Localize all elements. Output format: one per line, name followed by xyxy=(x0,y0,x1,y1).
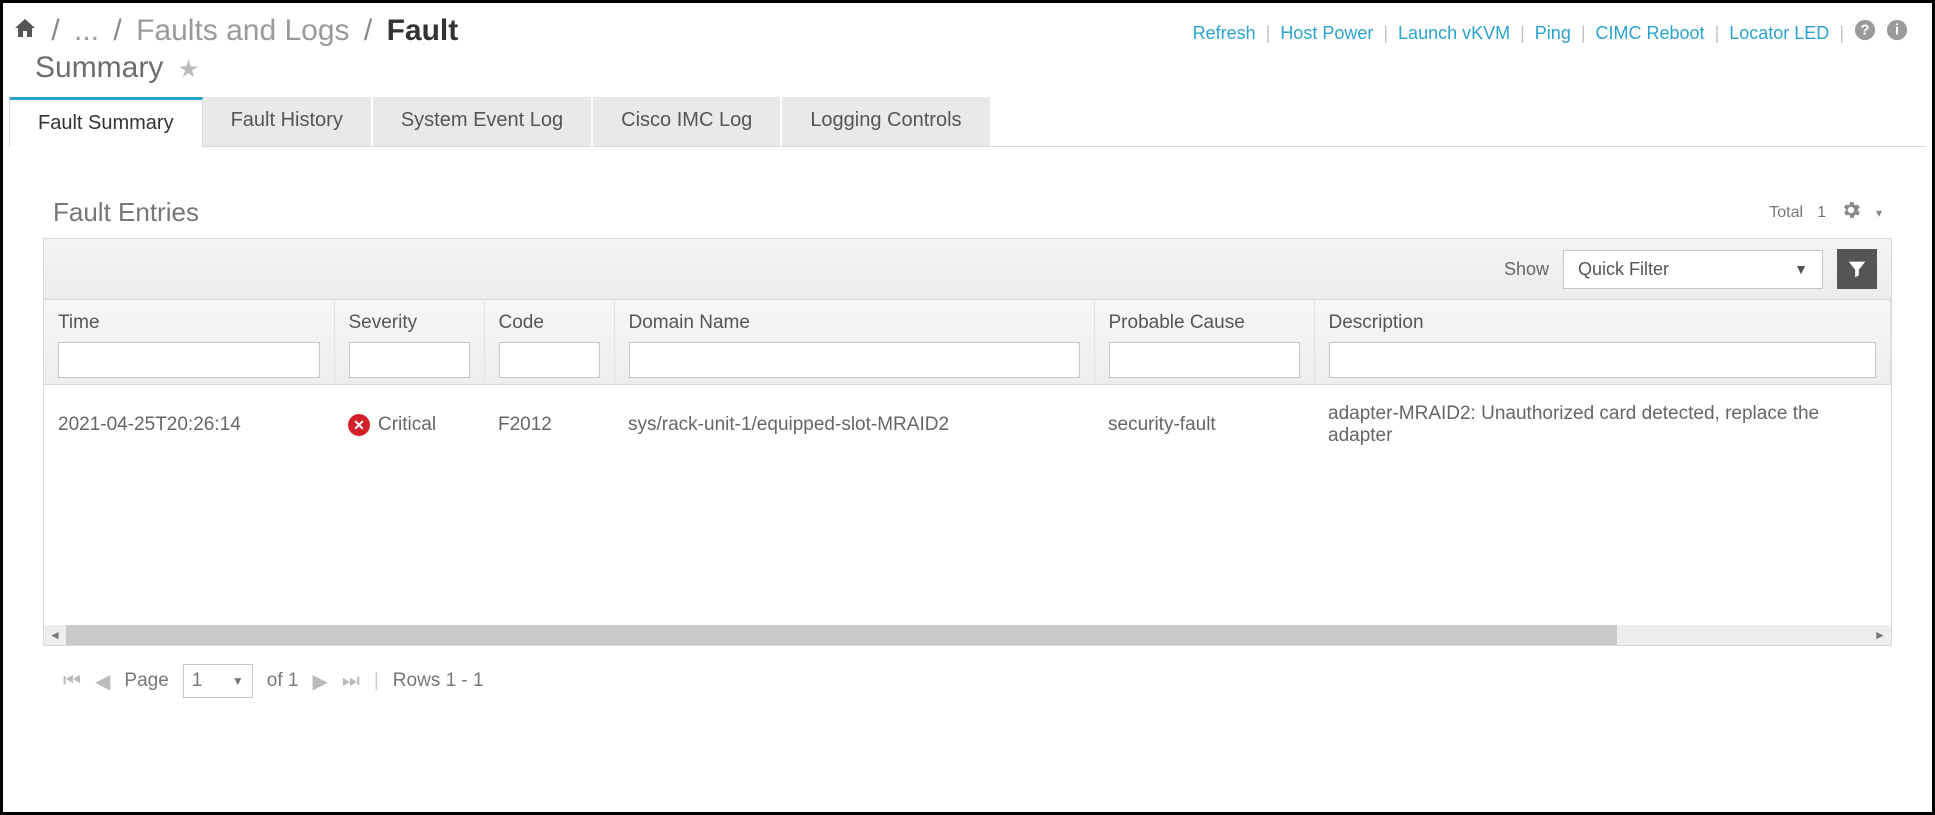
show-label: Show xyxy=(1504,259,1549,280)
chevron-down-icon: ▼ xyxy=(232,674,244,688)
col-header-severity[interactable]: Severity xyxy=(334,300,484,385)
section-title: Fault Entries xyxy=(53,197,199,228)
tabs: Fault Summary Fault History System Event… xyxy=(9,97,1926,147)
cimc-reboot-link[interactable]: CIMC Reboot xyxy=(1596,23,1705,44)
breadcrumb: / ... / Faults and Logs / Fault xyxy=(13,13,458,49)
col-header-domain-name[interactable]: Domain Name xyxy=(614,300,1094,385)
filter-select-value: Quick Filter xyxy=(1578,259,1669,280)
launch-vkvm-link[interactable]: Launch vKVM xyxy=(1398,23,1510,44)
chevron-down-icon: ▼ xyxy=(1794,261,1808,277)
col-header-description-label: Description xyxy=(1329,312,1877,334)
locator-led-link[interactable]: Locator LED xyxy=(1729,23,1829,44)
top-action-links: Refresh| Host Power| Launch vKVM| Ping| … xyxy=(1193,13,1908,47)
pager-of-label: of 1 xyxy=(267,670,299,692)
tab-cisco-imc-log[interactable]: Cisco IMC Log xyxy=(593,97,782,146)
pager-page-label: Page xyxy=(124,670,168,692)
gear-icon[interactable] xyxy=(1840,199,1862,227)
filter-select[interactable]: Quick Filter ▼ xyxy=(1563,250,1823,289)
filter-input-time[interactable] xyxy=(58,342,320,378)
col-header-time[interactable]: Time xyxy=(44,300,334,385)
pager-prev-icon[interactable]: ◀ xyxy=(95,669,110,694)
cell-code: F2012 xyxy=(484,385,614,466)
cell-time: 2021-04-25T20:26:14 xyxy=(44,385,334,466)
col-header-code-label: Code xyxy=(499,312,600,334)
filter-input-severity[interactable] xyxy=(349,342,470,378)
gear-caret-icon[interactable]: ▾ xyxy=(1876,206,1882,220)
filter-input-code[interactable] xyxy=(499,342,600,378)
pager-page-value: 1 xyxy=(192,670,203,692)
breadcrumb-current-prefix: Fault xyxy=(387,14,459,47)
svg-text:?: ? xyxy=(1861,23,1870,39)
breadcrumb-parent[interactable]: Faults and Logs xyxy=(136,14,349,47)
cell-domain-name: sys/rack-unit-1/equipped-slot-MRAID2 xyxy=(614,385,1094,466)
ping-link[interactable]: Ping xyxy=(1535,23,1571,44)
cell-probable-cause: security-fault xyxy=(1094,385,1314,466)
breadcrumb-ellipsis[interactable]: ... xyxy=(74,14,99,47)
host-power-link[interactable]: Host Power xyxy=(1280,23,1373,44)
pager-rows-label: Rows 1 - 1 xyxy=(393,670,484,692)
critical-icon: ✕ xyxy=(348,414,370,436)
col-header-probable-cause[interactable]: Probable Cause xyxy=(1094,300,1314,385)
pager-page-input[interactable]: 1 ▼ xyxy=(183,664,253,698)
scroll-right-icon[interactable]: ► xyxy=(1869,625,1891,645)
total-count: 1 xyxy=(1817,204,1826,222)
tab-system-event-log[interactable]: System Event Log xyxy=(373,97,593,146)
scroll-track[interactable] xyxy=(66,625,1869,645)
help-icon[interactable]: ? xyxy=(1854,19,1876,47)
filter-input-probable-cause[interactable] xyxy=(1109,342,1300,378)
pager-first-icon[interactable]: ⏮ xyxy=(63,670,81,693)
fault-table: Time Severity Code Domain Name xyxy=(43,300,1892,646)
cell-severity-text: Critical xyxy=(378,414,436,436)
filter-bar: Show Quick Filter ▼ xyxy=(43,238,1892,300)
pagination: ⏮ ◀ Page 1 ▼ of 1 ▶ ⏭ | Rows 1 - 1 xyxy=(43,646,1892,716)
table-row[interactable]: 2021-04-25T20:26:14 ✕ Critical F2012 sys… xyxy=(44,385,1891,466)
home-icon[interactable] xyxy=(13,13,37,49)
col-header-code[interactable]: Code xyxy=(484,300,614,385)
favorite-star-icon[interactable]: ★ xyxy=(172,56,200,83)
pager-last-icon[interactable]: ⏭ xyxy=(342,670,360,693)
col-header-time-label: Time xyxy=(58,312,320,334)
svg-text:i: i xyxy=(1895,23,1899,39)
tab-fault-history[interactable]: Fault History xyxy=(203,97,373,146)
total-label: Total xyxy=(1769,204,1803,222)
page-title-text: Summary xyxy=(35,51,163,84)
pager-next-icon[interactable]: ▶ xyxy=(312,669,327,694)
col-header-severity-label: Severity xyxy=(349,312,470,334)
col-header-probable-cause-label: Probable Cause xyxy=(1109,312,1300,334)
page-title: Summary ★ xyxy=(13,49,458,91)
col-header-domain-name-label: Domain Name xyxy=(629,312,1080,334)
cell-description: adapter-MRAID2: Unauthorized card detect… xyxy=(1314,385,1891,466)
filter-button[interactable] xyxy=(1837,249,1877,289)
refresh-link[interactable]: Refresh xyxy=(1193,23,1256,44)
filter-input-description[interactable] xyxy=(1329,342,1877,378)
scroll-left-icon[interactable]: ◄ xyxy=(44,625,66,645)
cell-severity: ✕ Critical xyxy=(334,385,484,466)
horizontal-scrollbar[interactable]: ◄ ► xyxy=(44,625,1891,645)
tab-logging-controls[interactable]: Logging Controls xyxy=(782,97,991,146)
filter-input-domain-name[interactable] xyxy=(629,342,1080,378)
col-header-description[interactable]: Description xyxy=(1314,300,1891,385)
info-icon[interactable]: i xyxy=(1886,19,1908,47)
tab-fault-summary[interactable]: Fault Summary xyxy=(9,97,203,147)
